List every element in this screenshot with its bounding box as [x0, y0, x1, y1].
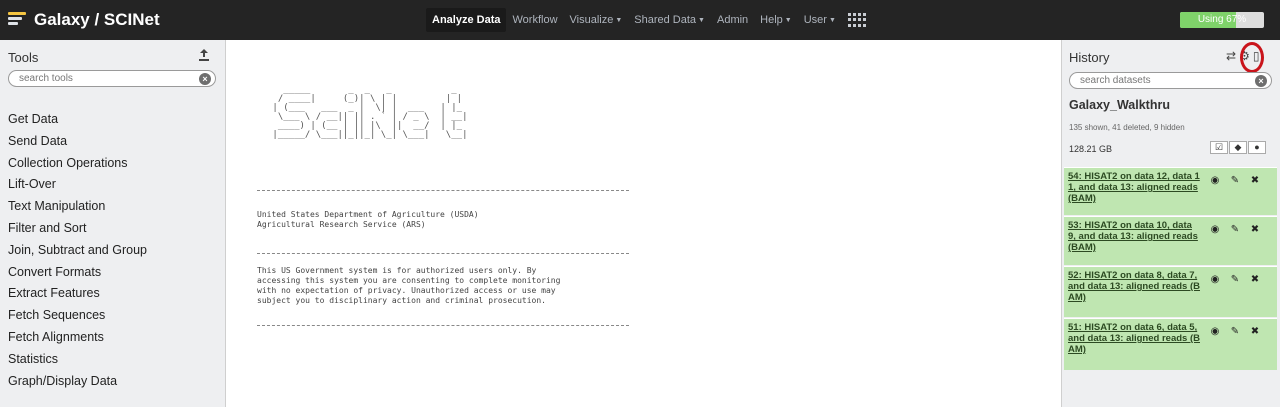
history-name[interactable]: Galaxy_Walkthru	[1069, 98, 1170, 112]
nav-label: User	[803, 14, 827, 26]
brand-title: Galaxy / SCINet	[34, 10, 160, 29]
center-panel: _____ _ _ _ _ / ____| (_)| \ | | | | | (…	[227, 40, 1061, 407]
history-panel: History ⇄ ⚙ ▯ × Galaxy_Walkthru 135 show…	[1061, 40, 1280, 407]
divider	[257, 190, 629, 191]
delete-x-icon[interactable]: ✖	[1246, 324, 1264, 339]
tool-section-item[interactable]: Filter and Sort	[8, 217, 147, 239]
nav-workflow[interactable]: Workflow	[506, 8, 563, 32]
tool-section-item[interactable]: Get Data	[8, 108, 147, 130]
tool-section-item[interactable]: Join, Subtract and Group	[8, 239, 147, 261]
history-search-input[interactable]	[1080, 74, 1230, 87]
clear-search-icon[interactable]: ×	[1255, 75, 1267, 87]
divider	[257, 253, 629, 254]
dataset-actions: ◉ ✎ ✖	[1206, 222, 1266, 237]
dataset-title[interactable]: 53: HISAT2 on data 10, data 9, and data …	[1068, 220, 1202, 253]
history-size: 128.21 GB	[1069, 144, 1113, 154]
tool-section-item[interactable]: Collection Operations	[8, 152, 147, 174]
eye-icon[interactable]: ◉	[1206, 272, 1224, 287]
tool-section-item[interactable]: Statistics	[8, 348, 147, 370]
dataset-item[interactable]: 51: HISAT2 on data 6, data 5, and data 1…	[1064, 318, 1277, 370]
tool-section-item[interactable]: Lift-Over	[8, 173, 147, 195]
dataset-item[interactable]: 53: HISAT2 on data 10, data 9, and data …	[1064, 216, 1277, 265]
nav-label: Analyze Data	[432, 14, 501, 26]
dataset-actions: ◉ ✎ ✖	[1206, 173, 1266, 188]
tool-panel: Tools × Get DataSend DataCollection Oper…	[0, 40, 226, 407]
tool-panel-title: Tools	[8, 50, 39, 65]
nav-label: Admin	[716, 14, 749, 26]
eye-icon[interactable]: ◉	[1206, 173, 1224, 188]
nav-admin[interactable]: Admin	[711, 8, 754, 32]
tags-icon[interactable]: ◆	[1229, 141, 1247, 154]
divider	[257, 325, 629, 326]
caret-down-icon: ▼	[698, 17, 705, 24]
scinet-ascii-banner: _____ _ _ _ _ / ____| (_)| \ | | | | | (…	[272, 85, 468, 140]
nav-label: Visualize	[569, 14, 614, 26]
tool-section-item[interactable]: Text Manipulation	[8, 195, 147, 217]
tool-section-item[interactable]: Convert Formats	[8, 261, 147, 283]
eye-icon[interactable]: ◉	[1206, 222, 1224, 237]
brand-link[interactable]: Galaxy / SCINet	[8, 6, 160, 34]
quota-label: Using 67%	[1197, 14, 1247, 25]
tool-section-item[interactable]: Fetch Alignments	[8, 326, 147, 348]
nav-label: Shared Data	[634, 14, 697, 26]
upload-icon[interactable]	[196, 47, 212, 63]
switch-history-icon[interactable]: ⇄	[1226, 49, 1236, 63]
tool-section-list: Get Data Send Data Collection Operations Li…	[8, 108, 147, 391]
masthead: Galaxy / SCINet Analyze Data Workflow Visu…	[0, 0, 1280, 40]
nav-visualize[interactable]: Visualize ▼	[564, 8, 629, 32]
pencil-icon[interactable]: ✎	[1226, 272, 1244, 287]
history-search[interactable]: ×	[1069, 72, 1272, 89]
quota-meter[interactable]: Using 67%	[1180, 12, 1264, 28]
pencil-icon[interactable]: ✎	[1226, 173, 1244, 188]
dataset-actions: ◉ ✎ ✖	[1206, 324, 1266, 339]
caret-down-icon: ▼	[784, 17, 792, 24]
scratchbook-grid-icon[interactable]	[847, 13, 866, 27]
usda-org-text: United States Department of Agriculture …	[257, 210, 479, 229]
caret-down-icon: ▼	[828, 17, 836, 24]
nav-label: Help	[760, 14, 783, 26]
dataset-item[interactable]: 52: HISAT2 on data 8, data 7, and data 1…	[1064, 266, 1277, 317]
highlight-circle	[1240, 42, 1264, 73]
nav-shared-data[interactable]: Shared Data ▼	[628, 8, 711, 32]
dataset-actions: ◉ ✎ ✖	[1206, 272, 1266, 287]
tool-section-item[interactable]: Extract Features	[8, 282, 147, 304]
delete-x-icon[interactable]: ✖	[1246, 222, 1264, 237]
delete-x-icon[interactable]: ✖	[1246, 173, 1264, 188]
select-datasets-icon[interactable]: ☑	[1210, 141, 1228, 154]
nav-help[interactable]: Help ▼	[754, 8, 798, 32]
dataset-title[interactable]: 51: HISAT2 on data 6, data 5, and data 1…	[1068, 322, 1202, 355]
dataset-title[interactable]: 52: HISAT2 on data 8, data 7, and data 1…	[1068, 270, 1202, 303]
clear-search-icon[interactable]: ×	[199, 73, 211, 85]
tool-section-item[interactable]: Fetch Sequences	[8, 304, 147, 326]
eye-icon[interactable]: ◉	[1206, 324, 1224, 339]
nav-user[interactable]: User ▼	[798, 8, 842, 32]
nav-label: Workflow	[512, 14, 558, 26]
history-panel-title: History	[1069, 50, 1110, 65]
annotation-icon[interactable]: ●	[1248, 141, 1266, 154]
pencil-icon[interactable]: ✎	[1226, 222, 1244, 237]
dataset-item[interactable]: 54: HISAT2 on data 12, data 11, and data…	[1064, 167, 1277, 215]
tool-search-input[interactable]	[19, 72, 169, 85]
tool-search[interactable]: ×	[8, 70, 216, 87]
nav-analyze-data[interactable]: Analyze Data	[426, 8, 507, 32]
history-tool-buttons: ☑ ◆ ●	[1209, 141, 1266, 154]
galaxy-logo-icon	[8, 12, 26, 28]
dataset-title[interactable]: 54: HISAT2 on data 12, data 11, and data…	[1068, 171, 1202, 204]
delete-x-icon[interactable]: ✖	[1246, 272, 1264, 287]
tool-section-item[interactable]: Send Data	[8, 130, 147, 152]
pencil-icon[interactable]: ✎	[1226, 324, 1244, 339]
gov-system-notice: This US Government system is for authori…	[257, 266, 561, 305]
history-counts: 135 shown, 41 deleted, 9 hidden	[1069, 123, 1185, 132]
caret-down-icon: ▼	[615, 17, 623, 24]
main-nav: Analyze Data Workflow Visualize ▼ Shared Dat…	[426, 0, 866, 40]
tool-section-item[interactable]: Graph/Display Data	[8, 370, 147, 392]
